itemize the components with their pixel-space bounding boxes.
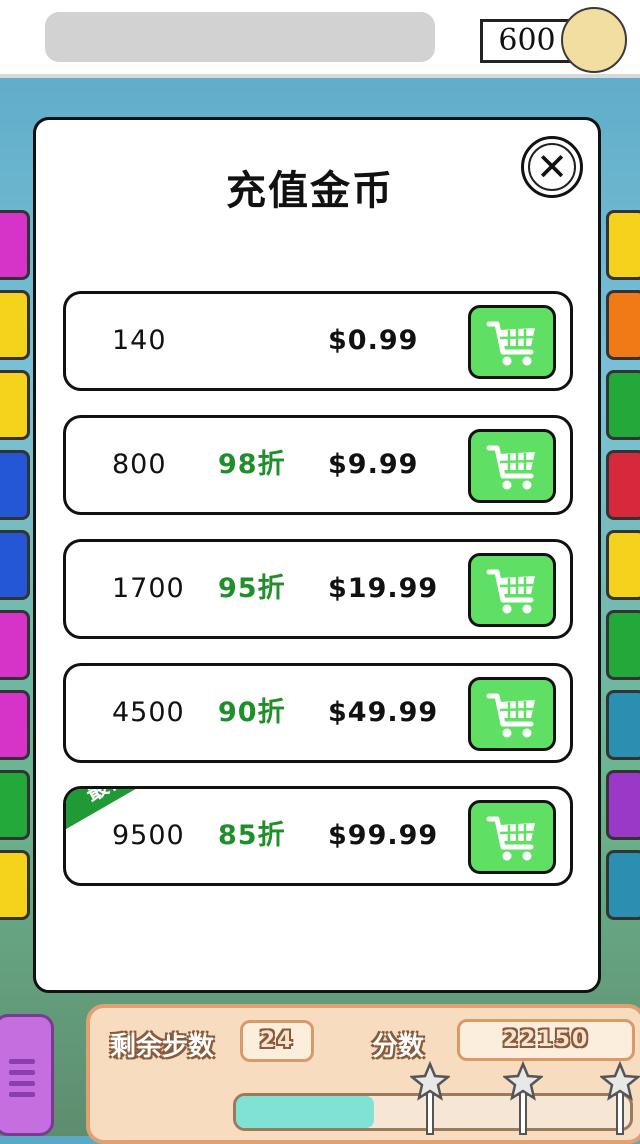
score-value: 22150 (457, 1019, 635, 1061)
package-row: 4500 90折 $49.99 (63, 663, 573, 763)
best-deal-badge: 最优惠 (66, 789, 266, 883)
moves-label: 剩余步数 (110, 1032, 215, 1062)
star-icon (410, 1060, 450, 1135)
gem (606, 850, 640, 920)
package-price: $19.99 (328, 573, 439, 604)
gem (606, 690, 640, 760)
close-icon: ✕ (536, 145, 568, 189)
buy-button[interactable] (468, 800, 556, 874)
package-discount: 98折 (218, 449, 286, 480)
package-amount: 4500 (112, 697, 185, 728)
gem (0, 530, 30, 600)
coin-icon[interactable] (561, 7, 627, 73)
gem (0, 290, 30, 360)
package-row: 800 98折 $9.99 (63, 415, 573, 515)
menu-icon (9, 1059, 35, 1103)
gem (0, 370, 30, 440)
star-icon (600, 1060, 640, 1135)
package-row: 9500 85折 $99.99 最优惠 (63, 786, 573, 886)
buy-button[interactable] (468, 429, 556, 503)
gem (0, 770, 30, 840)
star-icon (503, 1060, 543, 1135)
gem (0, 210, 30, 280)
board-gems-left (0, 210, 32, 930)
level-title-bar (45, 12, 435, 62)
gem (606, 450, 640, 520)
cart-icon (486, 693, 535, 738)
buy-button[interactable] (468, 677, 556, 751)
gem (606, 770, 640, 840)
gem (0, 610, 30, 680)
moves-value: 24 (240, 1020, 314, 1062)
package-amount: 140 (112, 325, 167, 356)
package-row: 1700 95折 $19.99 (63, 539, 573, 639)
gem (606, 610, 640, 680)
cart-icon (486, 445, 535, 490)
package-discount: 95折 (218, 573, 286, 604)
package-price: $99.99 (328, 820, 439, 851)
cart-icon (486, 816, 535, 861)
gem (0, 850, 30, 920)
package-row: 140 $0.99 (63, 291, 573, 391)
gem (0, 690, 30, 760)
gem (606, 530, 640, 600)
buy-button[interactable] (468, 305, 556, 379)
top-bar-divider (0, 74, 640, 78)
gem (0, 450, 30, 520)
gem (606, 370, 640, 440)
package-price: $49.99 (328, 697, 439, 728)
package-amount: 1700 (112, 573, 185, 604)
buy-button[interactable] (468, 553, 556, 627)
cart-icon (486, 321, 535, 366)
board-gems-right (606, 210, 640, 930)
score-label: 分数 (372, 1032, 425, 1062)
package-discount: 90折 (218, 697, 286, 728)
cart-icon (486, 569, 535, 614)
score-progress-fill (236, 1096, 374, 1128)
package-price: $0.99 (328, 325, 419, 356)
best-deal-badge-label: 最优惠 (66, 789, 208, 843)
package-amount: 800 (112, 449, 167, 480)
menu-button[interactable] (0, 1014, 54, 1136)
close-button[interactable]: ✕ (521, 136, 583, 198)
package-price: $9.99 (328, 449, 419, 480)
gem (606, 210, 640, 280)
coin-balance: 600 (480, 19, 574, 63)
gem (606, 290, 640, 360)
